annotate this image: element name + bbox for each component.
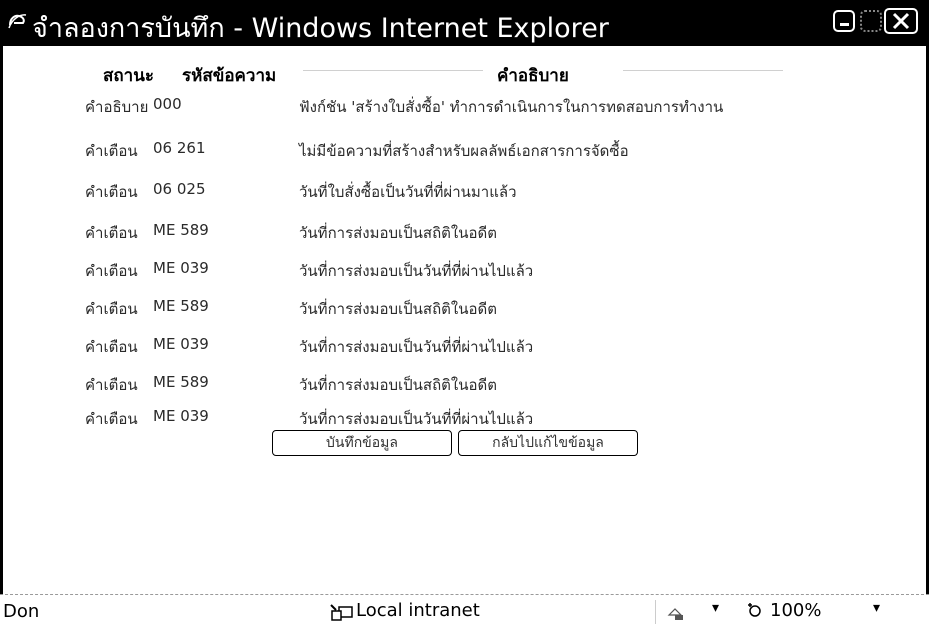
row-status: คำเตือน xyxy=(85,262,138,280)
row-status: คำเตือน xyxy=(85,142,138,160)
row-code: 000 xyxy=(153,95,182,113)
table-row: คำอธิบาย 000 ฟังก์ชัน 'สร้างใบสั่งซื้อ' … xyxy=(3,90,926,120)
row-code: ME 039 xyxy=(153,259,209,277)
row-code: ME 039 xyxy=(153,407,209,425)
table-row: คำเตือน ME 589 วันที่การส่งมอบเป็นสถิติใ… xyxy=(3,292,926,322)
header-divider xyxy=(623,70,783,71)
status-text: Don xyxy=(3,601,40,622)
page-content: สถานะ รหัสข้อความ คำอธิบาย คำอธิบาย 000 … xyxy=(3,46,926,592)
table-row: คำเตือน ME 039 วันที่การส่งมอบเป็นวันที่… xyxy=(3,254,926,284)
zoom-level[interactable]: 100% xyxy=(770,600,821,621)
back-to-edit-button[interactable]: กลับไปแก้ไขข้อมูล xyxy=(458,430,638,456)
status-bar: Don Local intranet ▾ 100% ▾ xyxy=(0,594,929,630)
close-icon xyxy=(892,12,910,30)
row-code: 06 261 xyxy=(153,139,206,157)
row-description: วันที่การส่งมอบเป็นสถิติในอดีต xyxy=(299,224,497,242)
table-row: คำเตือน ME 589 วันที่การส่งมอบเป็นสถิติใ… xyxy=(3,216,926,246)
row-description: ไม่มีข้อความที่สร้างสำหรับผลลัพธ์เอกสารก… xyxy=(299,142,629,160)
row-status: คำเตือน xyxy=(85,410,138,428)
table-row: คำเตือน ME 589 วันที่การส่งมอบเป็นสถิติใ… xyxy=(3,368,926,398)
header-divider xyxy=(303,70,483,71)
row-description: วันที่การส่งมอบเป็นวันที่ที่ผ่านไปแล้ว xyxy=(299,338,534,356)
row-description: วันที่ใบสั่งซื้อเป็นวันที่ที่ผ่านมาแล้ว xyxy=(299,183,517,201)
row-code: ME 039 xyxy=(153,335,209,353)
status-separator xyxy=(655,600,656,624)
row-status: คำอธิบาย xyxy=(85,98,149,116)
row-code: ME 589 xyxy=(153,221,209,239)
close-button[interactable] xyxy=(884,8,918,34)
row-description: วันที่การส่งมอบเป็นวันที่ที่ผ่านไปแล้ว xyxy=(299,410,534,428)
protected-mode-icon[interactable] xyxy=(667,605,687,621)
minimize-button[interactable] xyxy=(833,10,855,32)
row-status: คำเตือน xyxy=(85,183,138,201)
row-code: ME 589 xyxy=(153,373,209,391)
table-row: คำเตือน 06 261 ไม่มีข้อความที่สร้างสำหรั… xyxy=(3,134,926,164)
window-title: จำลองการบันทึก - Windows Internet Explor… xyxy=(32,13,609,44)
row-status: คำเตือน xyxy=(85,224,138,242)
table-row: คำเตือน ME 039 วันที่การส่งมอบเป็นวันที่… xyxy=(3,402,926,432)
zoom-icon[interactable] xyxy=(745,602,767,620)
row-status: คำเตือน xyxy=(85,376,138,394)
maximize-button[interactable] xyxy=(860,10,882,32)
chevron-down-icon[interactable]: ▾ xyxy=(873,600,880,616)
row-description: ฟังก์ชัน 'สร้างใบสั่งซื้อ' ทำการดำเนินกา… xyxy=(299,98,724,116)
row-status: คำเตือน xyxy=(85,338,138,356)
row-description: วันที่การส่งมอบเป็นสถิติในอดีต xyxy=(299,376,497,394)
row-description: วันที่การส่งมอบเป็นสถิติในอดีต xyxy=(299,300,497,318)
zone-label: Local intranet xyxy=(356,600,480,621)
row-description: วันที่การส่งมอบเป็นวันที่ที่ผ่านไปแล้ว xyxy=(299,262,534,280)
save-data-button[interactable]: บันทึกข้อมูล xyxy=(272,430,452,456)
table-row: คำเตือน ME 039 วันที่การส่งมอบเป็นวันที่… xyxy=(3,330,926,360)
chevron-down-icon[interactable]: ▾ xyxy=(712,600,719,616)
title-bar: จำลองการบันทึก - Windows Internet Explor… xyxy=(0,0,929,46)
local-intranet-icon xyxy=(330,604,353,621)
row-code: 06 025 xyxy=(153,180,206,198)
column-header-description: คำอธิบาย xyxy=(497,66,569,86)
column-header-status: สถานะ xyxy=(103,66,154,86)
row-code: ME 589 xyxy=(153,297,209,315)
column-header-code: รหัสข้อความ xyxy=(182,66,277,86)
row-status: คำเตือน xyxy=(85,300,138,318)
ie-logo-icon xyxy=(8,14,27,29)
table-row: คำเตือน 06 025 วันที่ใบสั่งซื้อเป็นวันที… xyxy=(3,175,926,205)
